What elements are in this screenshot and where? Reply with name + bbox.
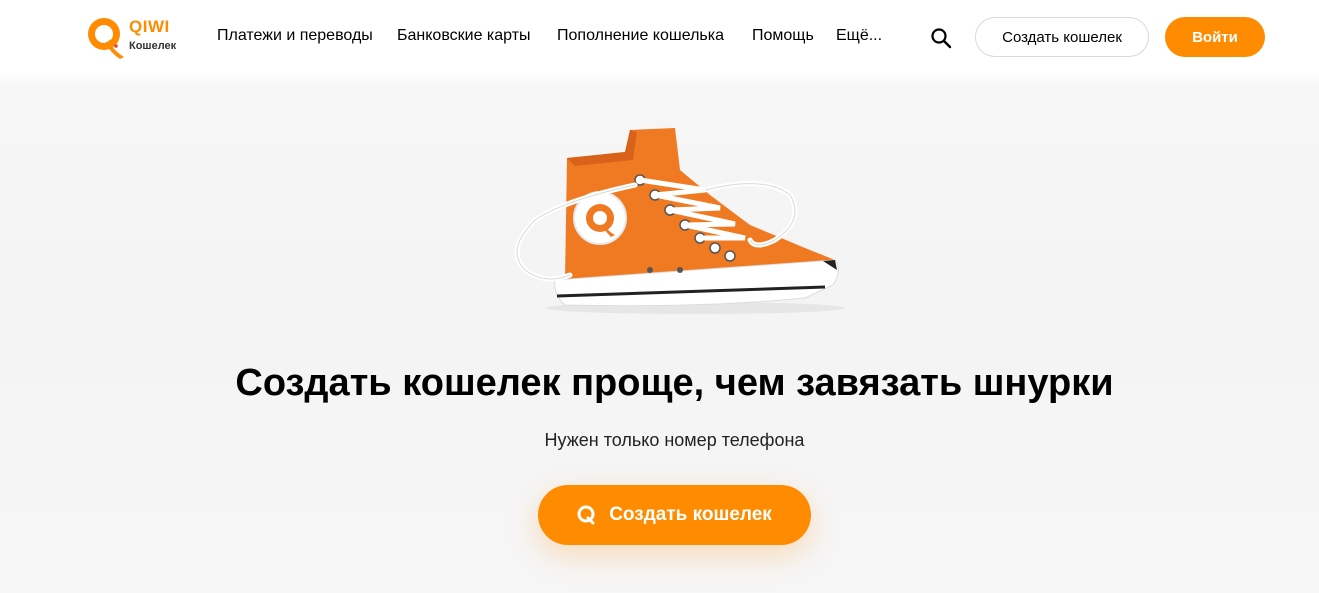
hero-title: Создать кошелек проще, чем завязать шнур…	[235, 362, 1114, 404]
create-wallet-button[interactable]: Создать кошелек	[538, 485, 811, 545]
site-header: QIWI Кошелек Платежи и переводы Банковск…	[0, 0, 1319, 72]
logo-subtitle: Кошелек	[129, 40, 177, 52]
nav-item-top-up[interactable]: Пополнение кошелька	[557, 27, 724, 45]
nav-item-more[interactable]: Ещё...	[836, 27, 882, 45]
qiwi-q-icon	[577, 505, 595, 525]
search-icon	[931, 28, 952, 49]
qiwi-logo-icon	[88, 18, 124, 59]
login-button[interactable]: Войти	[1165, 17, 1265, 57]
qiwi-logo[interactable]: QIWI Кошелек	[84, 15, 184, 61]
hero-sneaker-image	[505, 120, 845, 320]
search-button[interactable]	[929, 26, 953, 50]
hero-subtitle: Нужен только номер телефона	[544, 430, 805, 450]
logo-title: QIWI	[129, 17, 170, 36]
nav-item-payments[interactable]: Платежи и переводы	[217, 27, 373, 45]
create-wallet-button-label: Создать кошелек	[609, 504, 772, 525]
nav-item-bank-cards[interactable]: Банковские карты	[397, 27, 531, 45]
nav-item-help[interactable]: Помощь	[752, 27, 814, 45]
create-wallet-button-header[interactable]: Создать кошелек	[975, 17, 1149, 57]
